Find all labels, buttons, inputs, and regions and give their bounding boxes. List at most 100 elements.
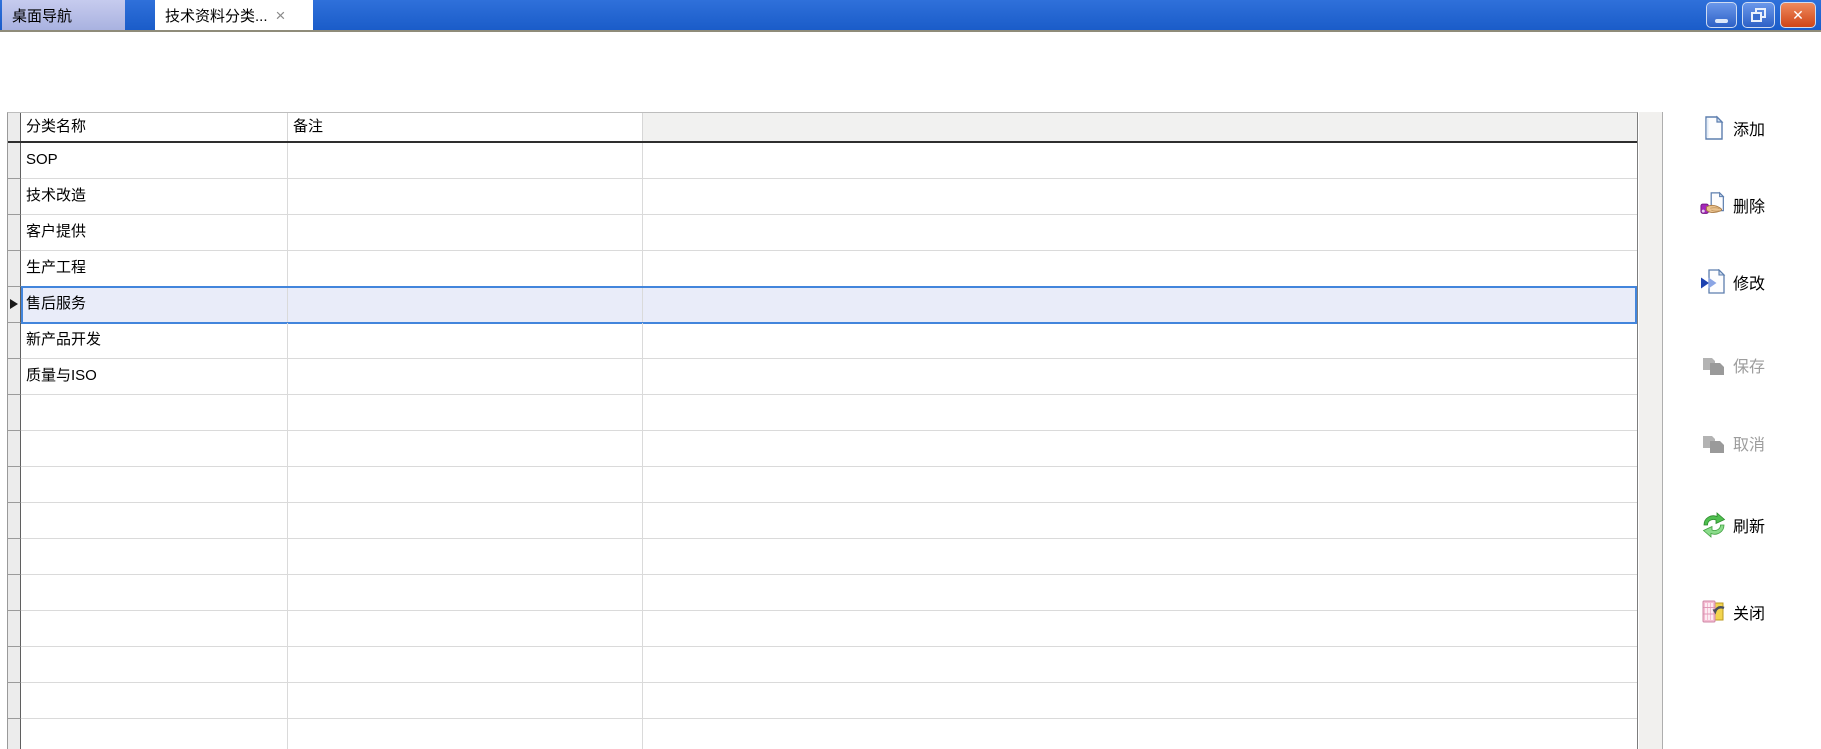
cell-filler[interactable]	[643, 467, 1637, 503]
column-header-note[interactable]: 备注	[288, 113, 643, 141]
table-row-empty[interactable]	[8, 683, 1637, 719]
cell-category-name[interactable]	[21, 467, 288, 503]
table-body: SOP 技术改造 客户提供 生产工程 售后服务 新产品开发 质量与ISO	[8, 143, 1637, 749]
table-row[interactable]: 质量与ISO	[8, 359, 1637, 395]
refresh-button-label: 刷新	[1733, 519, 1766, 536]
cell-note[interactable]	[288, 503, 643, 539]
cell-note[interactable]	[288, 647, 643, 683]
row-indicator-cell	[8, 539, 21, 575]
table-row-empty[interactable]	[8, 539, 1637, 575]
minimize-button[interactable]	[1706, 2, 1737, 28]
cell-filler[interactable]	[643, 683, 1637, 719]
column-header-category-name[interactable]: 分类名称	[21, 113, 288, 141]
cell-category-name[interactable]: 售后服务	[21, 287, 288, 323]
close-window-button[interactable]: 关闭	[1700, 595, 1818, 629]
table-row[interactable]: 售后服务	[8, 286, 1637, 324]
cell-category-name[interactable]	[21, 647, 288, 683]
cell-category-name[interactable]	[21, 539, 288, 575]
minimize-icon	[1715, 19, 1728, 23]
cell-category-name[interactable]	[21, 431, 288, 467]
cell-category-name[interactable]: 质量与ISO	[21, 359, 288, 395]
table-row-empty[interactable]	[8, 431, 1637, 467]
table-row-empty[interactable]	[8, 467, 1637, 503]
tab-close-icon[interactable]: ×	[276, 7, 286, 24]
cell-note[interactable]	[288, 575, 643, 611]
cell-filler[interactable]	[643, 647, 1637, 683]
row-indicator-cell	[8, 503, 21, 539]
row-indicator-cell	[8, 683, 21, 719]
modify-button[interactable]: 修改	[1700, 265, 1818, 299]
cell-category-name[interactable]	[21, 683, 288, 719]
cell-note[interactable]	[288, 143, 643, 179]
cell-filler[interactable]	[643, 179, 1637, 215]
table-row-empty[interactable]	[8, 719, 1637, 749]
row-indicator-cell	[8, 179, 21, 215]
row-indicator-cell	[8, 431, 21, 467]
cell-category-name[interactable]: 技术改造	[21, 179, 288, 215]
row-indicator-cell	[8, 143, 21, 179]
save-icon	[1700, 351, 1728, 379]
cell-note[interactable]	[288, 431, 643, 467]
cell-note[interactable]	[288, 719, 643, 749]
cell-category-name[interactable]	[21, 719, 288, 749]
cell-note[interactable]	[288, 323, 643, 359]
add-button[interactable]: 添加	[1700, 111, 1818, 145]
cell-filler[interactable]	[643, 719, 1637, 749]
table-row-empty[interactable]	[8, 503, 1637, 539]
restore-button[interactable]	[1742, 2, 1775, 28]
category-table: 分类名称 备注 SOP 技术改造 客户提供 生产工程 售后服务 新产品开发 质量与ISO	[7, 112, 1638, 749]
tab-desktop-navigation[interactable]: 桌面导航	[2, 0, 125, 30]
vertical-scrollbar[interactable]	[1639, 112, 1663, 749]
cell-filler[interactable]	[643, 611, 1637, 647]
cell-filler[interactable]	[643, 143, 1637, 179]
table-row[interactable]: 新产品开发	[8, 323, 1637, 359]
delete-button[interactable]: 删除	[1700, 188, 1818, 222]
row-indicator-cell	[8, 287, 21, 323]
cell-category-name[interactable]: 客户提供	[21, 215, 288, 251]
cell-filler[interactable]	[643, 215, 1637, 251]
table-row-empty[interactable]	[8, 575, 1637, 611]
cell-category-name[interactable]: 生产工程	[21, 251, 288, 287]
cell-note[interactable]	[288, 467, 643, 503]
table-row[interactable]: SOP	[8, 143, 1637, 179]
row-indicator-cell	[8, 323, 21, 359]
cell-filler[interactable]	[643, 395, 1637, 431]
cell-note[interactable]	[288, 251, 643, 287]
cell-note[interactable]	[288, 539, 643, 575]
cell-category-name[interactable]	[21, 611, 288, 647]
cell-filler[interactable]	[643, 287, 1637, 323]
save-button-label: 保存	[1733, 359, 1766, 376]
close-button[interactable]: ✕	[1780, 2, 1816, 28]
cell-filler[interactable]	[643, 359, 1637, 395]
save-button[interactable]: 保存	[1700, 348, 1818, 382]
cell-category-name[interactable]	[21, 395, 288, 431]
cell-note[interactable]	[288, 683, 643, 719]
cell-filler[interactable]	[643, 539, 1637, 575]
table-row[interactable]: 技术改造	[8, 179, 1637, 215]
close-exit-icon	[1700, 598, 1728, 626]
cancel-button[interactable]: 取消	[1700, 426, 1818, 460]
table-row-empty[interactable]	[8, 647, 1637, 683]
cell-category-name[interactable]	[21, 575, 288, 611]
cell-note[interactable]	[288, 359, 643, 395]
cell-filler[interactable]	[643, 323, 1637, 359]
refresh-button[interactable]: 刷新	[1700, 508, 1818, 542]
cell-filler[interactable]	[643, 575, 1637, 611]
cell-note[interactable]	[288, 215, 643, 251]
cell-note[interactable]	[288, 611, 643, 647]
tab-desktop-navigation-label: 桌面导航	[12, 7, 73, 25]
cell-filler[interactable]	[643, 431, 1637, 467]
tab-tech-doc-category[interactable]: 技术资料分类... ×	[155, 0, 313, 30]
table-row[interactable]: 客户提供	[8, 215, 1637, 251]
table-row-empty[interactable]	[8, 611, 1637, 647]
cell-note[interactable]	[288, 287, 643, 323]
cell-filler[interactable]	[643, 251, 1637, 287]
cell-category-name[interactable]	[21, 503, 288, 539]
table-row-empty[interactable]	[8, 395, 1637, 431]
cell-category-name[interactable]: SOP	[21, 143, 288, 179]
cell-filler[interactable]	[643, 503, 1637, 539]
cell-note[interactable]	[288, 179, 643, 215]
cell-category-name[interactable]: 新产品开发	[21, 323, 288, 359]
cell-note[interactable]	[288, 395, 643, 431]
table-row[interactable]: 生产工程	[8, 251, 1637, 287]
